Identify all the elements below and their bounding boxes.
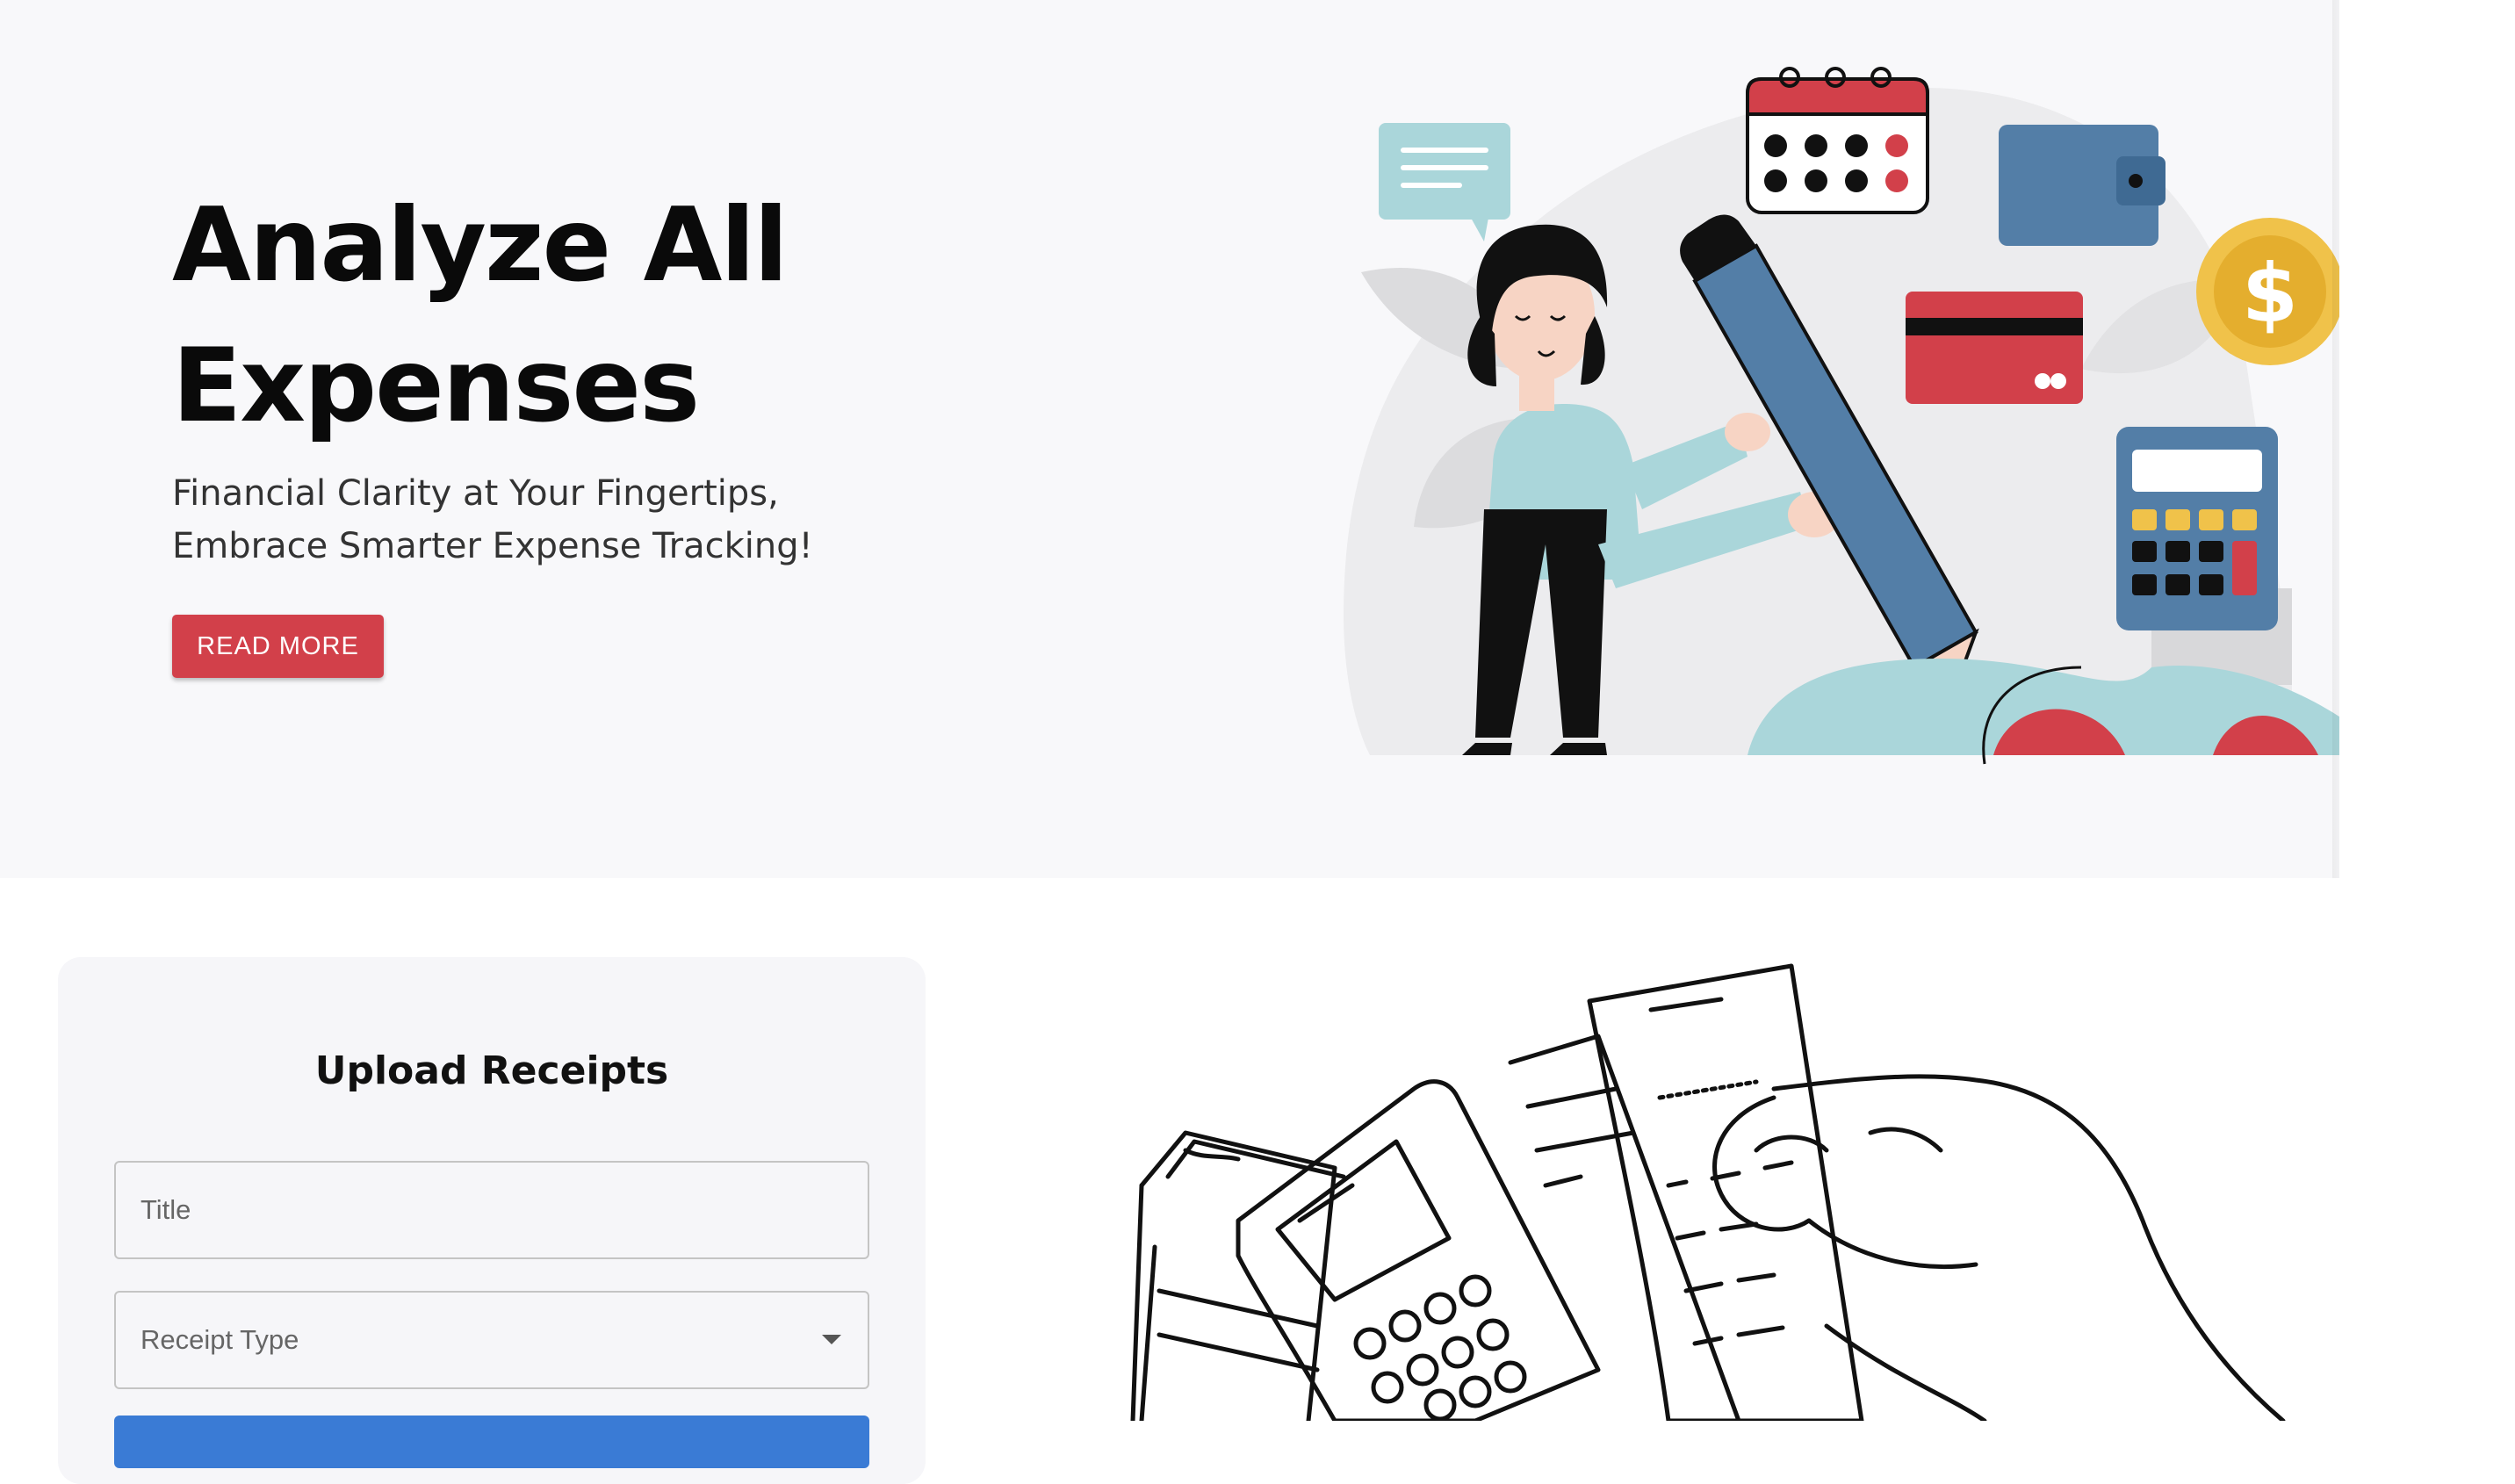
credit-card-icon (1906, 292, 2083, 404)
wallet-icon (1999, 125, 2165, 246)
hand-drawing (1712, 1074, 2286, 1421)
read-more-button[interactable]: READ MORE (172, 615, 384, 678)
expense-illustration: $ (1344, 67, 2339, 765)
chat-bubble-icon (1379, 123, 1510, 241)
receipt-back-shape (1508, 1034, 1741, 1421)
dropdown-caret-icon (822, 1335, 841, 1344)
hero-subtitle-line1: Financial Clarity at Your Fingertips, (172, 473, 779, 514)
hero-subtitle-line2: Embrace Smarter Expense Tracking! (172, 526, 813, 566)
dollar-coin-icon: $ (2196, 218, 2339, 365)
hero-title-line2: Expenses (172, 327, 700, 445)
receipt-front-shape (1587, 963, 1864, 1421)
upload-receipts-title: Upload Receipts (314, 1048, 669, 1093)
hero-edge-shadow (2332, 0, 2339, 878)
receipt-type-select[interactable]: Receipt Type (114, 1291, 869, 1389)
svg-text:$: $ (2242, 247, 2298, 341)
hero-section: Analyze All Expenses Financial Clarity a… (0, 0, 2339, 878)
receipts-calculator-illustration (1130, 963, 2286, 1421)
calculator-drawing (1236, 1079, 1601, 1421)
title-input[interactable] (116, 1163, 868, 1257)
hero-title-line1: Analyze All (172, 186, 789, 305)
receipt-type-label: Receipt Type (141, 1324, 299, 1355)
upload-receipts-card: Upload Receipts Receipt Type (58, 957, 926, 1484)
calculator-icon (2116, 427, 2278, 630)
hero-subtitle: Financial Clarity at Your Fingertips, Em… (172, 467, 813, 573)
title-field[interactable] (114, 1161, 869, 1259)
next-form-control[interactable] (114, 1416, 869, 1468)
calendar-icon (1746, 67, 1929, 214)
hero-title: Analyze All Expenses (172, 176, 789, 457)
